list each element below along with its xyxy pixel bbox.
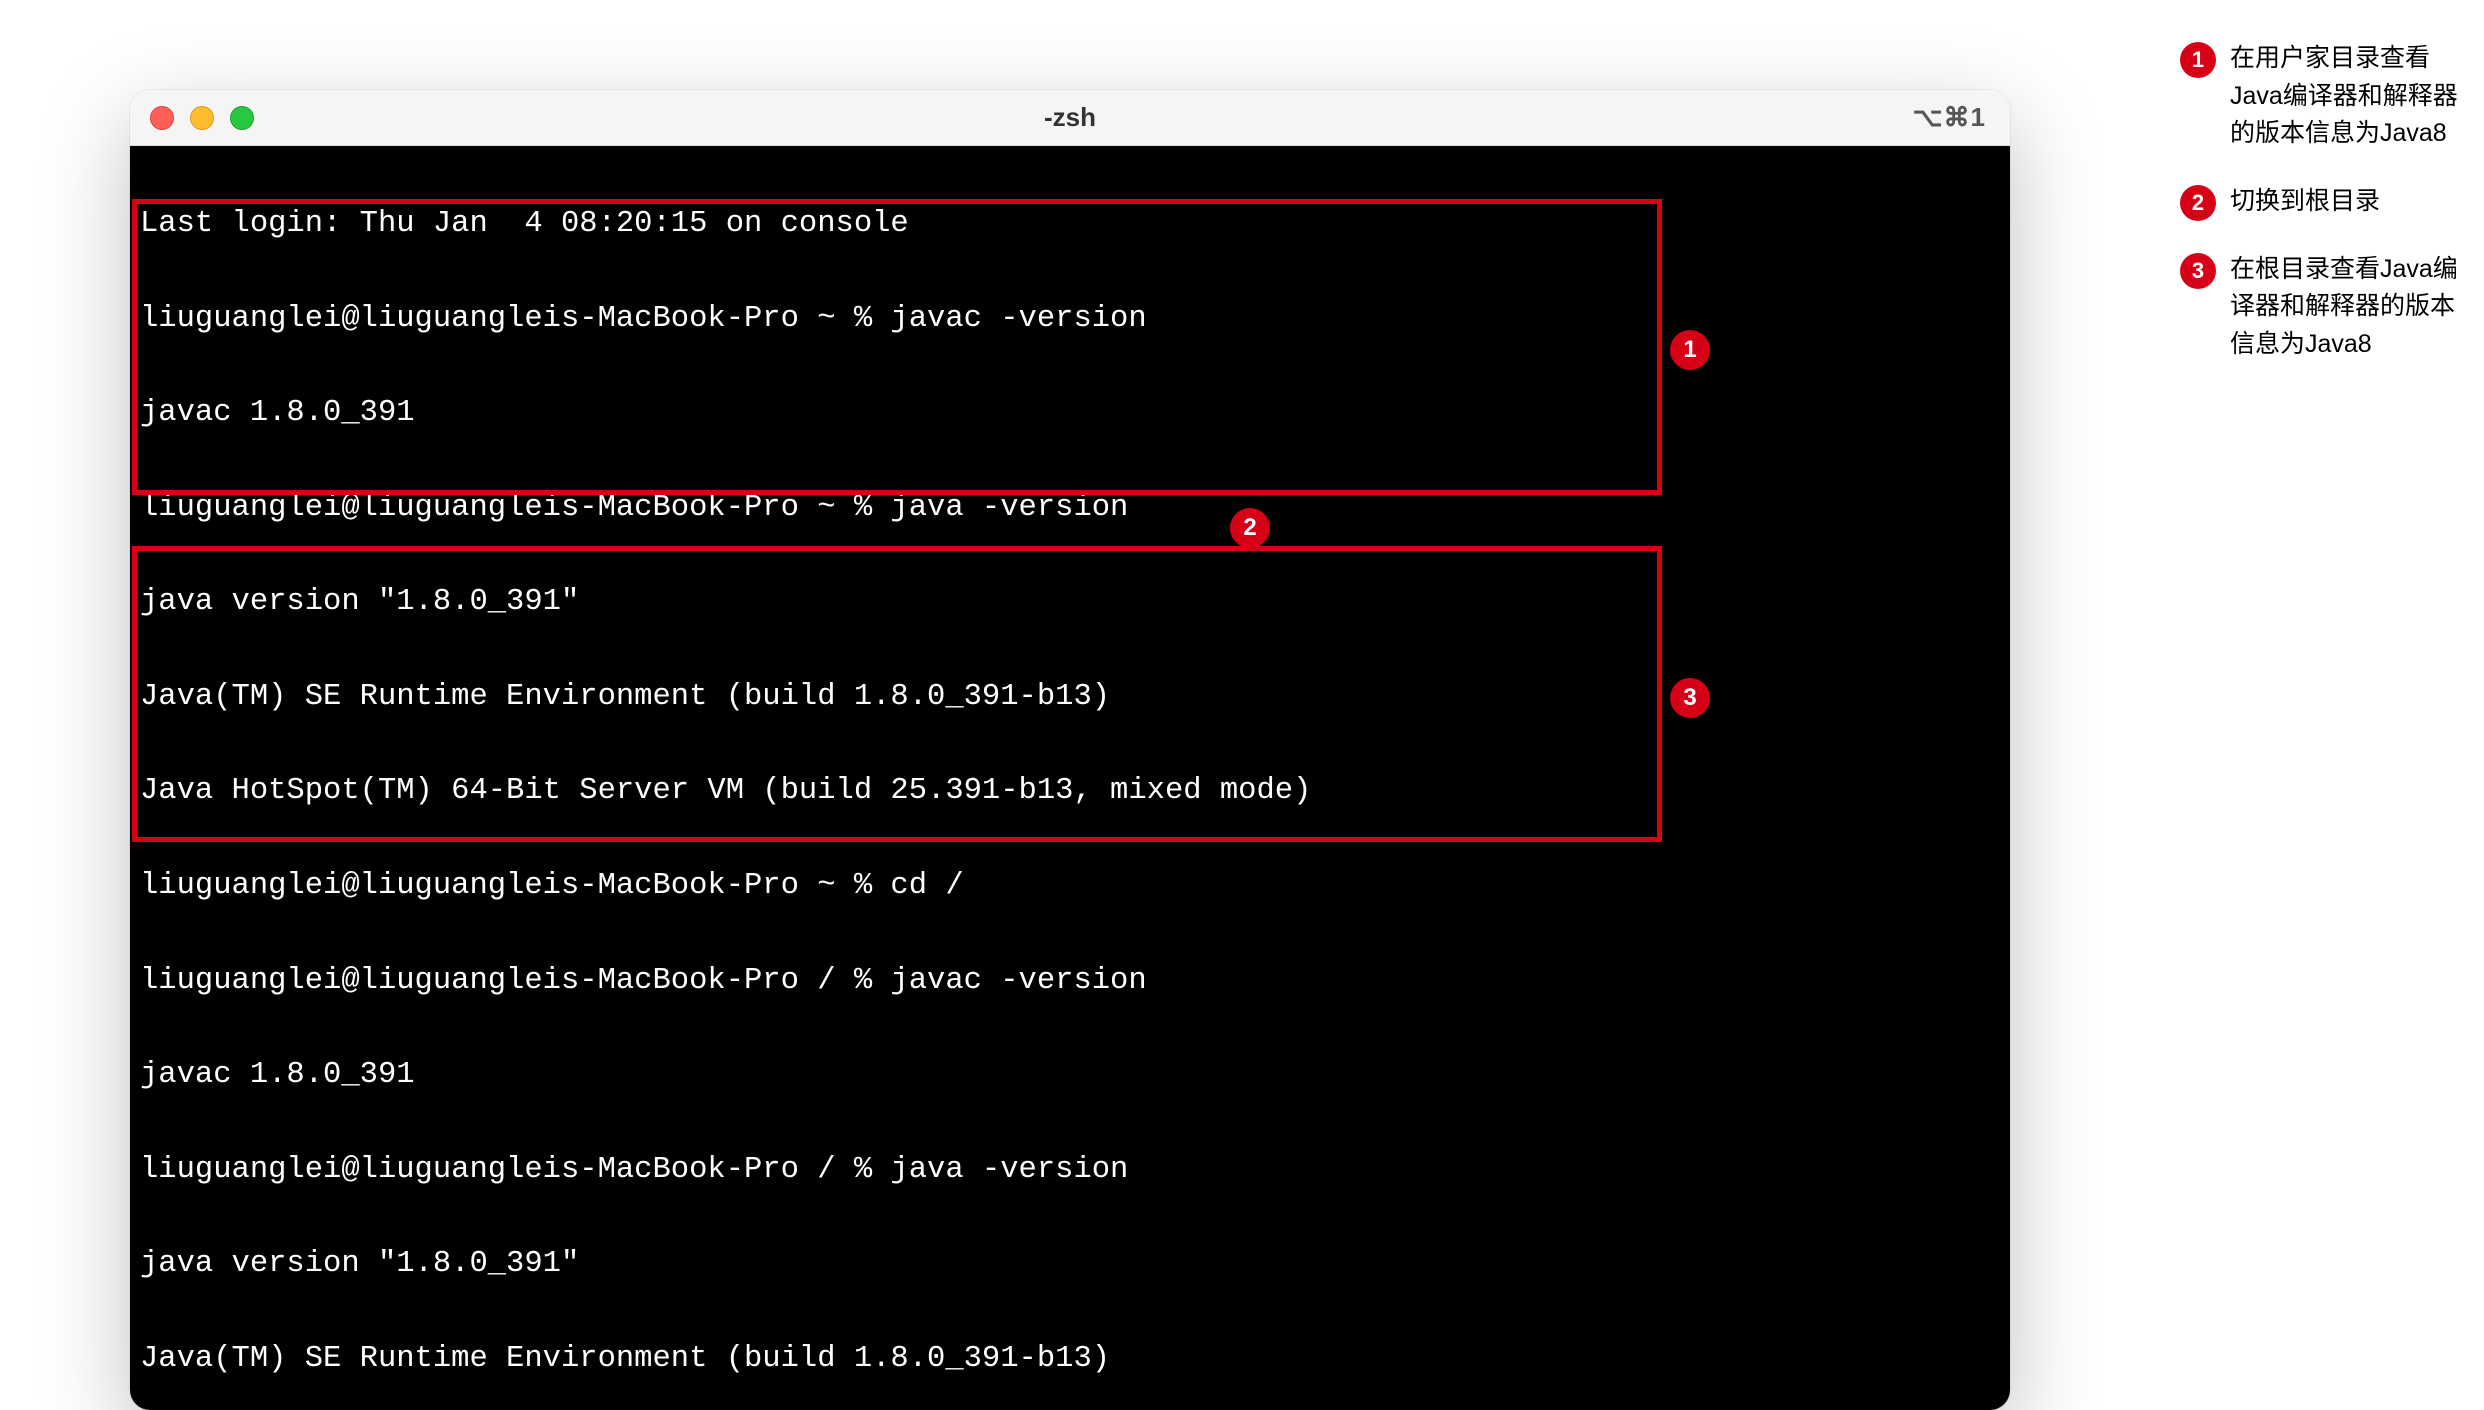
annotation-item: 3 在根目录查看Java编译器和解释器的版本信息为Java8 (2180, 251, 2460, 364)
minimize-icon[interactable] (190, 106, 214, 130)
terminal-line: java version "1.8.0_391" (140, 579, 2000, 626)
annotation-text: 在根目录查看Java编译器和解释器的版本信息为Java8 (2230, 251, 2460, 364)
terminal-line: liuguanglei@liuguangleis-MacBook-Pro ~ %… (140, 296, 2000, 343)
zoom-icon[interactable] (230, 106, 254, 130)
annotation-badge: 1 (2180, 42, 2216, 78)
terminal-line: java version "1.8.0_391" (140, 1241, 2000, 1288)
callout-badge-2: 2 (1230, 508, 1270, 548)
terminal-window: -zsh ⌥⌘1 Last login: Thu Jan 4 08:20:15 … (130, 90, 2010, 1410)
annotations-panel: 1 在用户家目录查看Java编译器和解释器的版本信息为Java8 2 切换到根目… (2180, 40, 2460, 393)
terminal-body[interactable]: Last login: Thu Jan 4 08:20:15 on consol… (130, 146, 2010, 1410)
terminal-line: Java HotSpot(TM) 64-Bit Server VM (build… (140, 768, 2000, 815)
callout-badge-3: 3 (1670, 678, 1710, 718)
annotation-badge: 2 (2180, 185, 2216, 221)
terminal-line: liuguanglei@liuguangleis-MacBook-Pro ~ %… (140, 485, 2000, 532)
window-shortcut: ⌥⌘1 (1913, 102, 1986, 133)
terminal-line: javac 1.8.0_391 (140, 390, 2000, 437)
annotation-badge: 3 (2180, 253, 2216, 289)
callout-badge-1: 1 (1670, 330, 1710, 370)
close-icon[interactable] (150, 106, 174, 130)
annotation-text: 在用户家目录查看Java编译器和解释器的版本信息为Java8 (2230, 40, 2460, 153)
annotation-text: 切换到根目录 (2230, 183, 2380, 221)
titlebar: -zsh ⌥⌘1 (130, 90, 2010, 146)
window-title: -zsh (1044, 102, 1096, 133)
terminal-line: Last login: Thu Jan 4 08:20:15 on consol… (140, 201, 2000, 248)
terminal-line: Java(TM) SE Runtime Environment (build 1… (140, 1336, 2000, 1383)
traffic-lights (150, 106, 254, 130)
terminal-line: liuguanglei@liuguangleis-MacBook-Pro / %… (140, 1147, 2000, 1194)
annotation-item: 1 在用户家目录查看Java编译器和解释器的版本信息为Java8 (2180, 40, 2460, 153)
terminal-line: Java(TM) SE Runtime Environment (build 1… (140, 674, 2000, 721)
terminal-line: javac 1.8.0_391 (140, 1052, 2000, 1099)
terminal-line: liuguanglei@liuguangleis-MacBook-Pro ~ %… (140, 863, 2000, 910)
annotation-item: 2 切换到根目录 (2180, 183, 2460, 221)
terminal-line: liuguanglei@liuguangleis-MacBook-Pro / %… (140, 958, 2000, 1005)
